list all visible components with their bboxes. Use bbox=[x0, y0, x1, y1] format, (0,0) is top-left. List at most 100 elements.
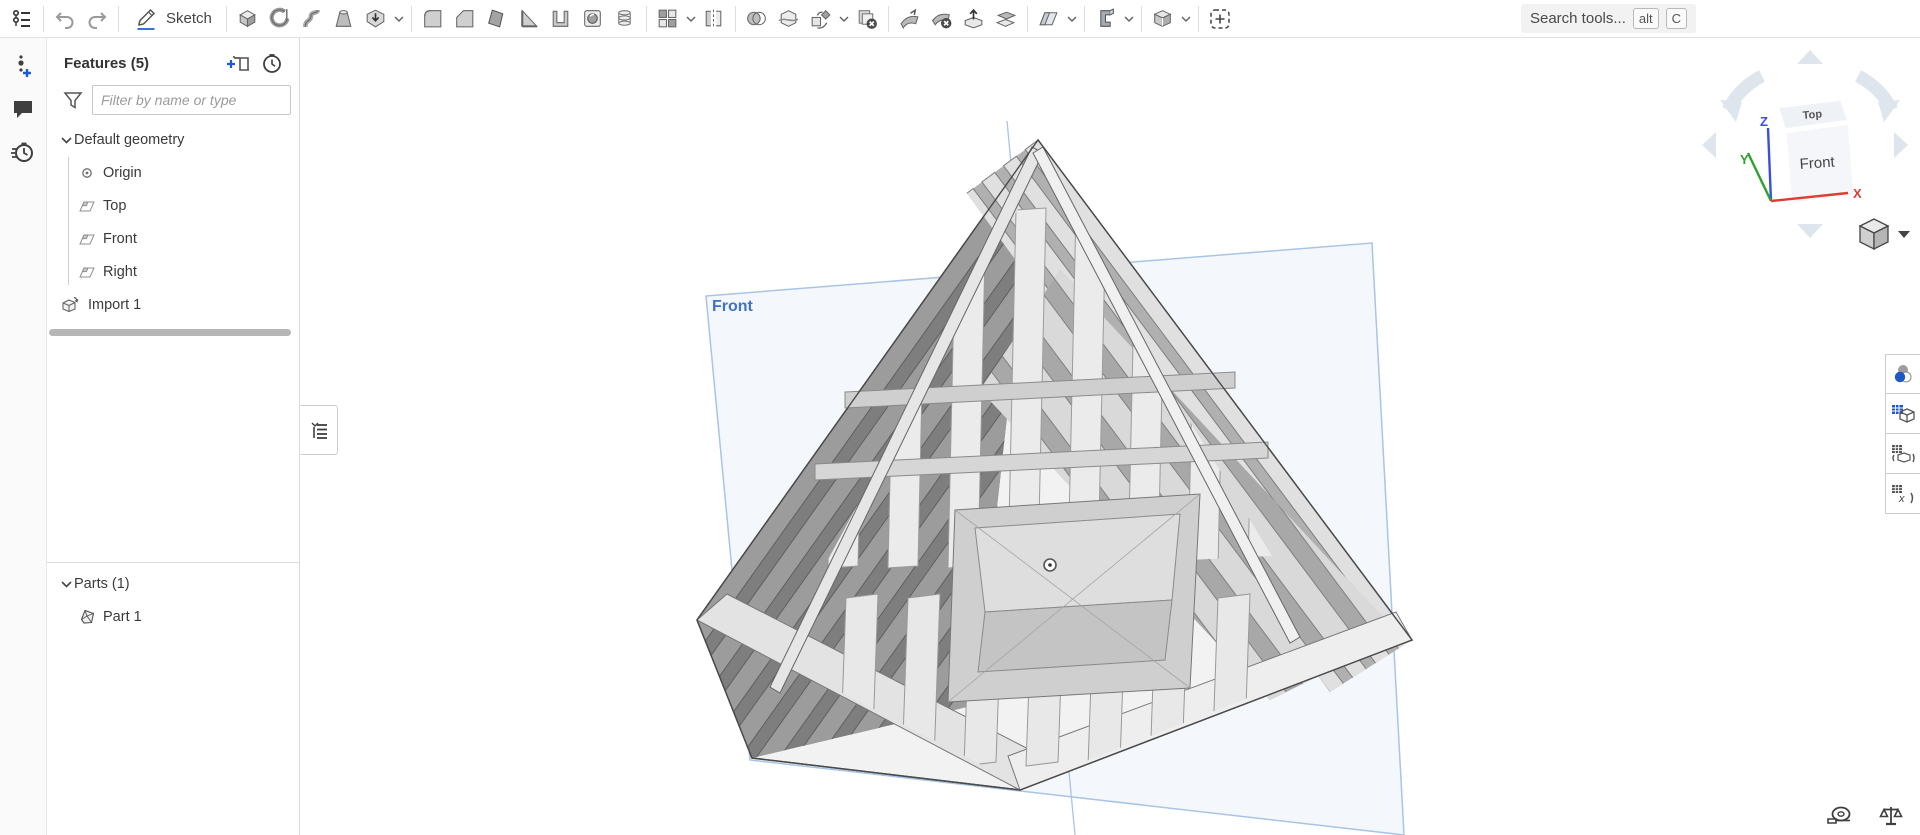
toolbar-separator bbox=[1197, 5, 1199, 32]
toolbar-separator bbox=[43, 5, 44, 32]
parts-group-row[interactable]: Parts (1) bbox=[47, 567, 299, 600]
configuration-variables-tab[interactable]: x bbox=[1885, 474, 1920, 514]
tree-item-front-plane[interactable]: Front bbox=[47, 222, 299, 255]
view-cube-body[interactable]: Top Front bbox=[1773, 95, 1859, 209]
tree-item-import-1[interactable]: Import 1 bbox=[47, 288, 299, 321]
transform-button[interactable] bbox=[805, 3, 837, 35]
chevron-down-icon[interactable] bbox=[58, 580, 74, 588]
undo-button[interactable] bbox=[49, 3, 81, 35]
sheet-metal-button[interactable] bbox=[1090, 3, 1122, 35]
cube-front-label[interactable]: Front bbox=[1799, 154, 1836, 173]
rollback-button[interactable] bbox=[259, 51, 285, 75]
tree-group-default-geometry[interactable]: Default geometry bbox=[47, 123, 299, 156]
configured-features-tab[interactable] bbox=[1885, 434, 1920, 474]
tree-group-label: Default geometry bbox=[74, 131, 185, 148]
timeline-add-icon bbox=[18, 55, 31, 77]
insert-derived-button[interactable] bbox=[1204, 3, 1236, 35]
toolbar-separator bbox=[118, 5, 119, 32]
toolbar-separator bbox=[225, 5, 227, 32]
tree-item-top-plane[interactable]: Top bbox=[47, 189, 299, 222]
enclose-icon bbox=[1153, 10, 1172, 28]
appearance-tab[interactable] bbox=[1885, 354, 1920, 394]
feature-list-flyout-tab[interactable] bbox=[300, 405, 338, 455]
split-button[interactable] bbox=[773, 3, 805, 35]
transform-dropdown[interactable] bbox=[837, 3, 851, 35]
fillet-icon bbox=[424, 10, 442, 28]
horizontal-scrollbar[interactable] bbox=[49, 329, 291, 336]
configurations-tab[interactable] bbox=[1885, 394, 1920, 434]
list-flyout-icon bbox=[311, 422, 327, 439]
move-face-button[interactable] bbox=[894, 3, 926, 35]
replace-face-icon bbox=[965, 8, 983, 29]
redo-button[interactable] bbox=[81, 3, 113, 35]
thicken-dropdown[interactable] bbox=[392, 3, 406, 35]
search-tools-button[interactable]: Search tools... alt C bbox=[1520, 4, 1696, 33]
viewport-bottom-tools bbox=[1824, 803, 1906, 829]
shell-button[interactable] bbox=[545, 3, 577, 35]
z-axis-label: Z bbox=[1760, 114, 1768, 129]
mass-properties-button[interactable] bbox=[1876, 803, 1906, 829]
tree-item-origin[interactable]: Origin bbox=[47, 156, 299, 189]
rotate-up-arrow[interactable] bbox=[1797, 50, 1823, 64]
toolbar-separator bbox=[1026, 5, 1028, 32]
cylinder-button[interactable] bbox=[609, 3, 641, 35]
view-mode-selector[interactable] bbox=[1858, 218, 1910, 251]
filter-row bbox=[47, 79, 299, 121]
cylinder-stack-icon bbox=[618, 10, 632, 26]
y-axis-label: Y bbox=[1740, 152, 1749, 167]
delete-face-button[interactable] bbox=[926, 3, 958, 35]
pattern-dropdown[interactable] bbox=[684, 3, 698, 35]
toolbar-separator bbox=[410, 5, 412, 32]
loft-button[interactable] bbox=[328, 3, 360, 35]
toolbar-separator bbox=[1083, 5, 1085, 32]
chevron-down-icon bbox=[839, 15, 849, 22]
rib-button[interactable] bbox=[513, 3, 545, 35]
linear-pattern-button[interactable] bbox=[652, 3, 684, 35]
chevron-down-icon[interactable] bbox=[1898, 231, 1910, 238]
replace-face-button[interactable] bbox=[958, 3, 990, 35]
boolean-button[interactable] bbox=[741, 3, 773, 35]
draft-button[interactable] bbox=[481, 3, 513, 35]
sheet-metal-dropdown[interactable] bbox=[1122, 3, 1136, 35]
rotate-left-arrow[interactable] bbox=[1702, 132, 1716, 158]
enclose-dropdown[interactable] bbox=[1179, 3, 1193, 35]
chevron-down-icon bbox=[394, 15, 404, 22]
chamfer-button[interactable] bbox=[449, 3, 481, 35]
sheet-metal-icon bbox=[1100, 8, 1115, 27]
origin-marker[interactable] bbox=[1043, 558, 1057, 572]
plane-dropdown[interactable] bbox=[1065, 3, 1079, 35]
enclose-button[interactable] bbox=[1147, 3, 1179, 35]
comments-button[interactable] bbox=[8, 94, 38, 124]
filter-button[interactable] bbox=[61, 88, 84, 112]
extrude-button[interactable] bbox=[232, 3, 264, 35]
history-button[interactable] bbox=[8, 137, 38, 167]
rotate-right-arrow[interactable] bbox=[1894, 132, 1908, 158]
sweep-button[interactable] bbox=[296, 3, 328, 35]
delete-part-button[interactable] bbox=[851, 3, 883, 35]
feature-list-icon bbox=[12, 9, 30, 27]
chevron-down-icon[interactable] bbox=[58, 136, 74, 144]
offset-surface-button[interactable] bbox=[990, 3, 1022, 35]
thicken-button[interactable] bbox=[360, 3, 392, 35]
measure-button[interactable] bbox=[1824, 803, 1854, 829]
filter-input[interactable] bbox=[92, 85, 291, 115]
tree-item-right-plane[interactable]: Right bbox=[47, 255, 299, 288]
view-cube[interactable]: Top Front Z Y X bbox=[1700, 48, 1920, 263]
feature-tree: Default geometry Origin Top Front Right … bbox=[47, 121, 299, 336]
sketch-button[interactable]: Sketch bbox=[124, 3, 221, 35]
follow-mode-button[interactable] bbox=[8, 51, 38, 81]
mirror-button[interactable] bbox=[698, 3, 730, 35]
new-folder-button[interactable] bbox=[225, 51, 251, 75]
parts-item-part-1[interactable]: Part 1 bbox=[47, 600, 299, 633]
plane-button[interactable] bbox=[1033, 3, 1065, 35]
feature-list-toggle-button[interactable] bbox=[6, 3, 38, 35]
cube-top-label[interactable]: Top bbox=[1802, 108, 1823, 122]
revolve-button[interactable] bbox=[264, 3, 296, 35]
stopwatch-icon bbox=[11, 142, 33, 162]
tree-guide-line bbox=[68, 157, 69, 285]
toolbar-separator bbox=[645, 5, 647, 32]
fillet-button[interactable] bbox=[417, 3, 449, 35]
hole-button[interactable] bbox=[577, 3, 609, 35]
front-plane-label[interactable]: Front bbox=[712, 298, 754, 315]
rotate-down-arrow[interactable] bbox=[1797, 224, 1823, 238]
